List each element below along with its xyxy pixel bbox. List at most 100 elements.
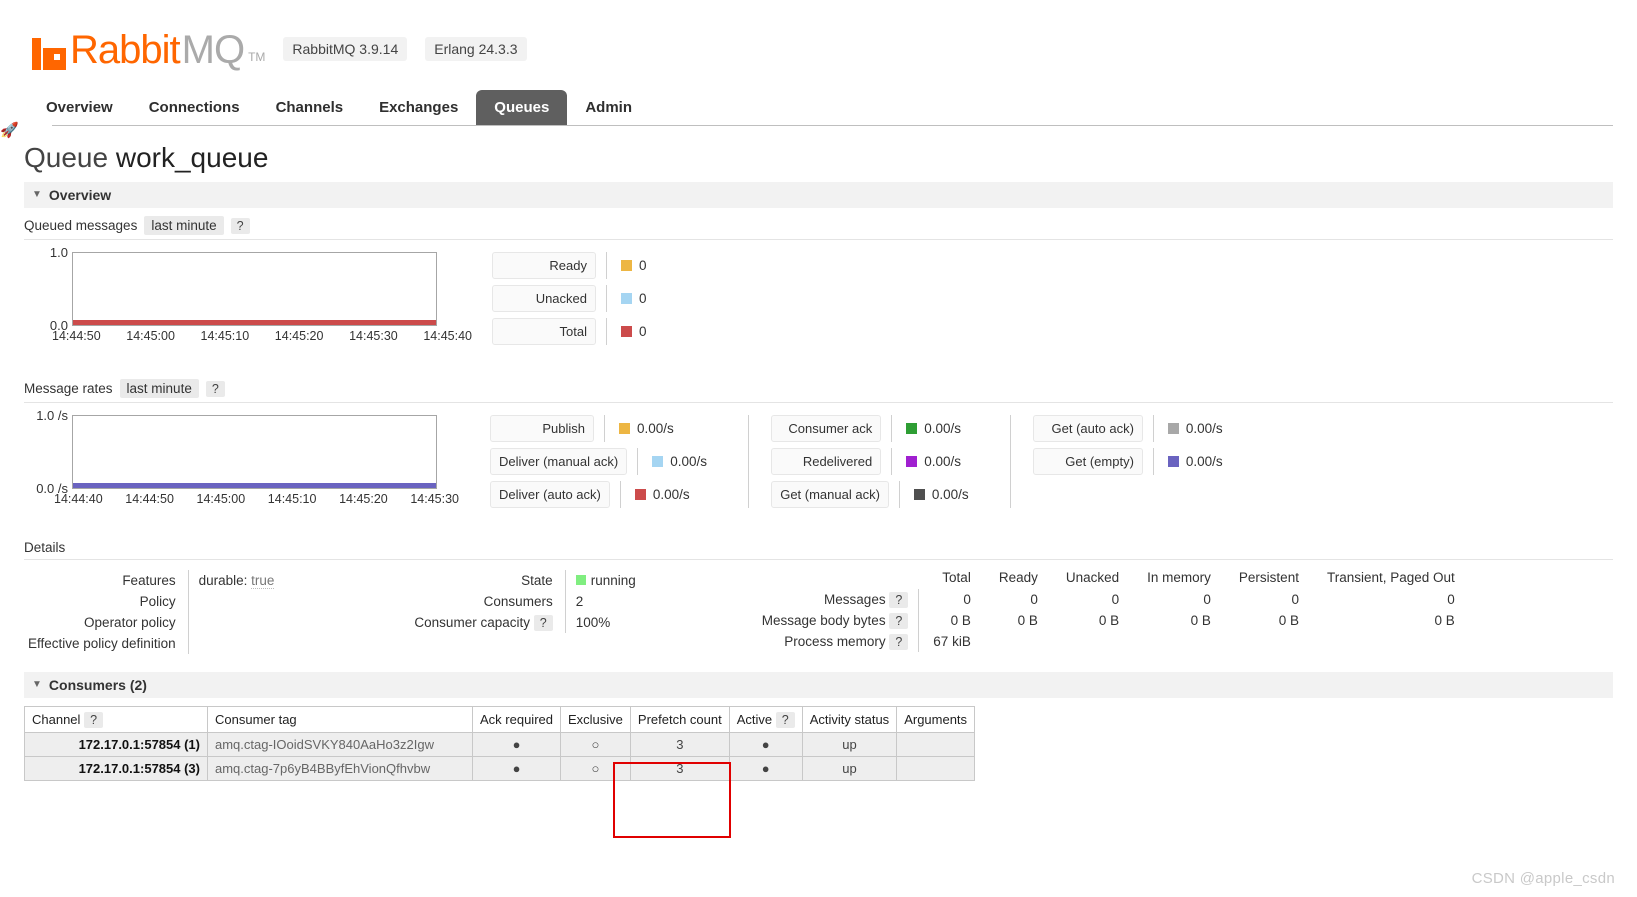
rates-legend-column-2: Consumer ack 0.00/s Redelivered 0.00/s G… — [771, 415, 988, 508]
tab-exchanges[interactable]: Exchanges — [361, 90, 476, 125]
legend-number-get-auto-ack: 0.00/s — [1185, 421, 1223, 436]
nav-item-admin[interactable]: Admin — [567, 90, 650, 125]
stats-cell — [1133, 631, 1225, 652]
legend-value-get-empty: 0.00/s — [1152, 448, 1242, 475]
th-exclusive[interactable]: Exclusive — [559, 706, 631, 733]
cell-activity-status: up — [801, 732, 898, 757]
cell-arguments — [896, 756, 976, 781]
legend-label-redelivered[interactable]: Redelivered — [771, 448, 882, 475]
details-row-consumer-capacity: Consumer capacity ? 100% — [410, 612, 645, 633]
legend-swatch-total — [621, 326, 632, 337]
stats-cell: 0 B — [950, 613, 971, 628]
table-row[interactable]: 172.17.0.1:57854 (3) amq.ctag-7p6yB4BByf… — [24, 756, 976, 781]
legend-label-deliver-manual-ack[interactable]: Deliver (manual ack) — [490, 448, 628, 475]
queue-name: work_queue — [115, 142, 269, 173]
legend-label-unacked[interactable]: Unacked — [492, 285, 596, 312]
consumer-capacity-text: Consumer capacity — [414, 615, 530, 630]
nav-item-exchanges[interactable]: Exchanges — [361, 90, 476, 125]
tab-overview[interactable]: Overview — [28, 90, 131, 125]
th-arguments[interactable]: Arguments — [896, 706, 976, 733]
queued-messages-plot-area — [72, 252, 437, 326]
details-label-policy: Policy — [24, 591, 189, 612]
nav-item-channels[interactable]: Channels — [258, 90, 362, 125]
rates-y-axis-max: 1.0 /s — [36, 408, 68, 423]
stats-cell: 0 B — [1434, 613, 1455, 628]
queued-messages-legend: Ready 0 Unacked 0 Total 0 — [492, 252, 695, 345]
rocket-icon: 🚀 — [0, 122, 19, 139]
legend-label-deliver-auto-ack[interactable]: Deliver (auto ack) — [490, 481, 610, 508]
legend-label-ready[interactable]: Ready — [492, 252, 596, 279]
details-label-operator-policy: Operator policy — [24, 612, 189, 633]
details-features-table: Features durable: true Policy Operator p… — [24, 570, 284, 654]
legend-swatch-consumer-ack — [906, 423, 918, 434]
messages-help-icon[interactable]: ? — [889, 592, 909, 608]
process-memory-help-icon[interactable]: ? — [889, 634, 909, 650]
stats-cell: 0 B — [1278, 613, 1299, 628]
rates-x-axis-labels: 14:44:40 14:44:50 14:45:00 14:45:10 14:4… — [54, 489, 459, 506]
cell-channel[interactable]: 172.17.0.1:57854 (1) — [24, 732, 208, 757]
legend-number-ready: 0 — [639, 258, 647, 273]
legend-swatch-deliver-auto-ack — [634, 489, 646, 500]
details-value-features: durable: true — [188, 570, 284, 591]
message-rates-period[interactable]: last minute — [119, 379, 199, 398]
consumers-section-header[interactable]: ▼ Consumers (2) — [24, 672, 1613, 698]
legend-swatch-get-manual-ack — [913, 489, 925, 500]
active-help-icon[interactable]: ? — [775, 712, 795, 728]
legend-label-publish[interactable]: Publish — [490, 415, 594, 442]
stats-cell: 0 — [1203, 592, 1211, 607]
details-value-consumer-capacity: 100% — [575, 615, 611, 630]
stats-row-process-memory: Process memory ? 67 kiB — [757, 631, 1469, 652]
queued-messages-period[interactable]: last minute — [144, 216, 224, 235]
logo-text-rabbit: Rabbit — [70, 28, 181, 72]
table-row[interactable]: 172.17.0.1:57854 (1) amq.ctag-IOoidSVKY8… — [24, 732, 976, 757]
legend-value-get-auto-ack: 0.00/s — [1152, 415, 1242, 442]
cell-active: ● — [728, 756, 803, 781]
message-rates-help-icon[interactable]: ? — [205, 380, 225, 397]
watermark: CSDN @apple_csdn — [1471, 870, 1615, 887]
queued-messages-help-icon[interactable]: ? — [230, 217, 250, 234]
th-prefetch-count[interactable]: Prefetch count — [629, 706, 730, 733]
tab-connections[interactable]: Connections — [131, 90, 258, 125]
tab-channels[interactable]: Channels — [258, 90, 362, 125]
tab-admin[interactable]: Admin — [567, 90, 650, 125]
message-rates-plot-area — [72, 415, 437, 489]
channel-help-icon[interactable]: ? — [84, 712, 104, 728]
rates-y-axis-min: 0.0 /s — [36, 481, 68, 496]
collapse-triangle-icon[interactable]: ▼ — [32, 680, 42, 690]
legend-label-consumer-ack[interactable]: Consumer ack — [771, 415, 882, 442]
stats-cell: 0 — [1030, 592, 1038, 607]
nav-item-connections[interactable]: Connections — [131, 90, 258, 125]
legend-swatch-deliver-manual-ack — [652, 456, 664, 467]
details-label: Details — [24, 540, 66, 555]
message-body-bytes-help-icon[interactable]: ? — [889, 613, 909, 629]
stats-cell — [985, 631, 1052, 652]
legend-swatch-get-empty — [1167, 456, 1179, 467]
nav-item-overview[interactable]: Overview — [28, 90, 131, 125]
overview-section-header[interactable]: ▼ Overview — [24, 182, 1613, 208]
tab-queues[interactable]: Queues — [476, 90, 568, 125]
th-active[interactable]: Active ? — [728, 706, 803, 733]
stats-cell: 0 — [963, 592, 971, 607]
queued-messages-header: Queued messages last minute ? — [24, 208, 1613, 240]
state-indicator-icon — [575, 575, 586, 585]
th-activity-status[interactable]: Activity status — [801, 706, 898, 733]
legend-item-get-manual-ack: Get (manual ack) 0.00/s — [771, 481, 988, 508]
cell-channel[interactable]: 172.17.0.1:57854 (3) — [24, 756, 208, 781]
rabbitmq-logo[interactable]: Rabbit MQ TM — [32, 30, 265, 70]
th-consumer-tag[interactable]: Consumer tag — [207, 706, 473, 733]
legend-number-redelivered: 0.00/s — [924, 454, 961, 469]
collapse-triangle-icon[interactable]: ▼ — [32, 190, 42, 200]
th-channel[interactable]: Channel ? — [24, 706, 208, 733]
details-value-state: running — [565, 570, 646, 591]
legend-label-total[interactable]: Total — [492, 318, 596, 345]
message-stats-table: Total Ready Unacked In memory Persistent… — [757, 570, 1470, 652]
stats-cell: 0 — [1111, 592, 1120, 607]
consumer-capacity-help-icon[interactable]: ? — [533, 615, 553, 631]
nav-item-queues[interactable]: Queues — [476, 90, 568, 125]
legend-number-deliver-manual-ack: 0.00/s — [670, 454, 707, 469]
legend-label-get-manual-ack[interactable]: Get (manual ack) — [771, 481, 889, 508]
legend-label-get-auto-ack[interactable]: Get (auto ack) — [1032, 415, 1143, 442]
th-ack-required[interactable]: Ack required — [472, 706, 561, 733]
details-label-consumer-capacity: Consumer capacity ? — [410, 612, 566, 633]
legend-label-get-empty[interactable]: Get (empty) — [1032, 448, 1143, 475]
